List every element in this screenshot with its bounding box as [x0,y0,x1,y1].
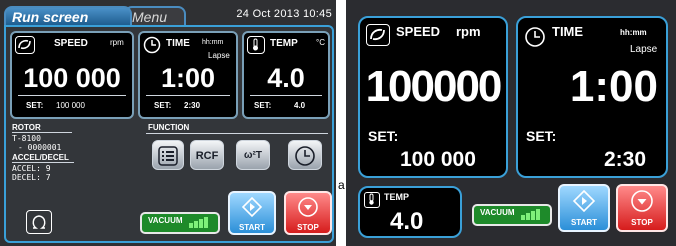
zoomed-run-screen-panel: SPEED rpm 100000 SET: 100 000 TIME hh:mm… [346,0,676,246]
stop-button[interactable]: STOP [616,184,668,232]
speed-divider [18,95,126,96]
clock-icon [295,146,315,166]
speed-unit: rpm [110,38,124,47]
time-title: TIME [166,38,190,49]
vacuum-bar [198,219,203,228]
speed-card[interactable]: SPEED rpm 100 000 SET: 100 000 [10,31,134,119]
function-title: FUNCTION [148,123,190,132]
speed-value: 100 000 [23,63,121,93]
start-label: START [238,223,266,232]
stop-button[interactable]: STOP [284,191,332,235]
time-value: 1:00 [569,62,658,111]
ohm-button[interactable] [26,210,52,234]
stop-label: STOP [297,223,319,232]
temp-divider [250,95,322,96]
start-button[interactable]: START [228,191,276,235]
thermometer-icon [364,192,380,208]
speed-rotor-icon [15,36,35,54]
rotor-title: ROTOR [12,123,72,133]
speed-card-large[interactable]: SPEED rpm 100000 SET: 100 000 [358,16,508,178]
speed-unit: rpm [456,24,481,39]
temp-unit: °C [316,38,325,47]
start-button[interactable]: START [558,184,610,232]
clock-icon [143,36,161,54]
speed-set-label: SET: [26,101,44,110]
tab-menu-label: Menu [132,9,168,25]
speed-title: SPEED [396,24,441,39]
vacuum-label: VACUUM [480,208,515,217]
time-mode: Lapse [630,44,658,55]
temp-card-large[interactable]: TEMP 4.0 [358,186,462,238]
timer-button[interactable] [288,140,322,170]
speed-set-label: SET: [368,128,399,144]
tab-run-label: Run screen [12,9,89,25]
stop-icon [631,190,653,212]
vacuum-bar [188,223,193,228]
vacuum-bar [193,221,198,228]
stop-label: STOP [631,218,653,227]
start-icon [241,196,263,218]
rotor-serial: - 0000001 [18,143,62,152]
thermometer-icon [247,36,265,54]
ohm-icon [32,215,46,229]
vacuum-bar [530,211,535,220]
time-unit: hh:mm [202,39,224,46]
date-time: 24 Oct 2013 10:45 [236,8,332,20]
time-mode: Lapse [208,51,230,60]
accel-decel-title: ACCEL/DECEL [12,153,74,163]
accel-value: ACCEL: 9 [12,164,51,173]
speed-set-value: 100 000 [56,101,85,110]
stop-icon [298,197,318,217]
time-title: TIME [552,24,584,39]
temp-set-value: 4.0 [294,101,306,110]
time-unit: hh:mm [620,28,647,37]
w2t-button[interactable]: ω²T [236,140,270,170]
time-card-large[interactable]: TIME hh:mm Lapse 1:00 SET: 2:30 [516,16,668,178]
time-card[interactable]: TIME hh:mm Lapse 1:00 SET: 2:30 [138,31,238,119]
run-frame: SPEED rpm 100 000 SET: 100 000 TIME hh:m… [4,25,334,243]
tab-run-screen[interactable]: Run screen [4,6,132,26]
temp-title: TEMP [270,38,298,49]
time-divider [146,95,230,96]
side-letter: a [338,178,345,192]
program-list-button[interactable] [152,140,184,170]
start-label: START [570,218,598,227]
vacuum-level-bars [520,208,541,220]
vacuum-bar [203,217,208,228]
vacuum-level-bars [188,216,209,228]
speed-rotor-icon [366,24,390,46]
temp-set-label: SET: [254,101,272,110]
vacuum-label: VACUUM [148,216,183,225]
temp-card[interactable]: TEMP °C 4.0 SET: 4.0 [242,31,330,119]
time-set-value: 2:30 [184,101,201,110]
decel-value: DECEL: 7 [12,173,51,182]
vacuum-indicator: VACUUM [140,212,220,234]
time-set-label: SET: [526,128,557,144]
vacuum-indicator: VACUUM [472,204,552,226]
temp-value: 4.0 [267,63,305,93]
speed-title: SPEED [54,38,88,49]
tab-menu[interactable]: Menu [124,6,186,26]
vacuum-bar [520,215,525,220]
rcf-button[interactable]: RCF [190,140,224,170]
run-screen-panel: Menu Run screen 24 Oct 2013 10:45 SPEED … [0,0,336,246]
rotor-model: T-8100 [12,134,41,143]
speed-value: 100000 [365,62,503,111]
time-value: 1:00 [160,63,216,93]
clock-icon [524,26,546,48]
list-icon [158,146,178,166]
speed-set-value: 100 000 [400,148,476,171]
time-set-label: SET: [154,101,172,110]
time-set-value: 2:30 [604,148,647,171]
start-icon [572,189,596,213]
function-divider [146,133,328,134]
temp-value: 4.0 [390,208,424,235]
vacuum-bar [525,213,530,220]
vacuum-bar [535,209,540,220]
temp-title: TEMP [384,192,410,202]
